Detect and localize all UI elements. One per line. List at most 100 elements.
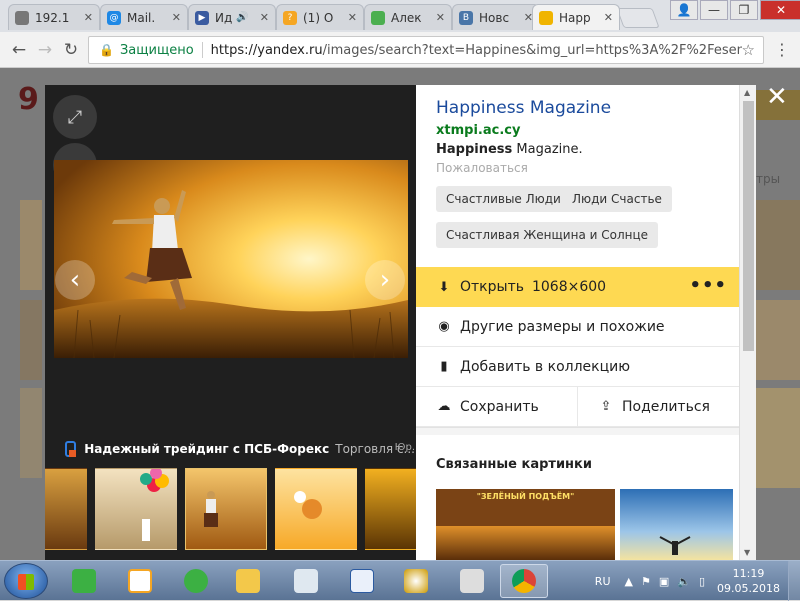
close-tab-icon[interactable]: ✕ xyxy=(344,11,357,24)
close-tab-icon[interactable]: ✕ xyxy=(256,11,269,24)
tab-alek[interactable]: Алек ✕ xyxy=(364,4,452,30)
open-image-button[interactable]: ⬇ Открыть 1068×600 ••• xyxy=(416,267,739,307)
minimize-icon[interactable]: — xyxy=(700,0,728,20)
balloons-image xyxy=(140,469,169,541)
lock-icon: 🔒 xyxy=(99,43,114,57)
bg-thumbnail xyxy=(756,200,800,290)
taskbar-app[interactable] xyxy=(116,564,164,598)
other-sizes-button[interactable]: ◉ Другие размеры и похожие xyxy=(416,307,739,347)
power-icon[interactable]: ▯ xyxy=(699,575,705,588)
more-options-icon[interactable]: ••• xyxy=(689,275,727,296)
save-share-row: ☁ Сохранить ⇪ Поделиться xyxy=(416,387,739,427)
tag-chip[interactable]: Счастливые Люди xyxy=(436,186,571,212)
taskbar-app[interactable] xyxy=(282,564,330,598)
next-image-arrow[interactable]: › xyxy=(365,260,405,300)
tab-vk[interactable]: В Новс ✕ xyxy=(452,4,540,30)
ad-logo-icon xyxy=(65,441,77,457)
speaker-icon: 🔊 xyxy=(236,12,249,23)
info-panel: Happiness Magazine xtmpi.ac.cy Happiness… xyxy=(416,85,739,560)
share-button[interactable]: ⇪ Поделиться xyxy=(577,387,739,426)
tag-chip[interactable]: Счастливая Женщина и Солнце xyxy=(436,222,659,248)
taskbar-app[interactable] xyxy=(172,564,220,598)
scrollbar[interactable]: ▲ ▼ xyxy=(739,85,756,560)
network-icon[interactable]: ▣ xyxy=(659,575,669,588)
system-tray: RU ▲ ⚑ ▣ 🔈 ▯ 11:19 09.05.2018 xyxy=(595,561,800,601)
thumbnail[interactable] xyxy=(95,468,177,550)
bookmark-star-icon[interactable]: ☆ xyxy=(742,41,755,59)
bg-thumbnail xyxy=(756,388,800,488)
tab-strip: 192.1 ✕ @ Mail. ✕ ▶ Ид 🔊 ✕ ? (1) О ✕ Але… xyxy=(0,0,800,32)
reload-icon[interactable]: ↻ xyxy=(60,40,82,60)
taskbar-app[interactable] xyxy=(60,564,108,598)
ad-banner[interactable]: Надежный трейдинг с ПСБ-Форекс Торговля … xyxy=(65,441,415,457)
main-image[interactable] xyxy=(54,160,408,358)
add-collection-button[interactable]: ▮ Добавить в коллекцию xyxy=(416,347,739,387)
close-window-icon[interactable]: ✕ xyxy=(760,0,800,20)
thumbnail-selected[interactable] xyxy=(185,468,267,550)
fullscreen-icon[interactable]: ⤢ xyxy=(53,95,97,139)
bookmark-icon: ▮ xyxy=(440,359,448,374)
image-title[interactable]: Happiness Magazine xyxy=(436,98,611,118)
newspaper-icon xyxy=(460,569,484,593)
taskbar-app[interactable] xyxy=(338,564,386,598)
tab-video[interactable]: ▶ Ид 🔊 ✕ xyxy=(188,4,276,30)
family-image xyxy=(294,491,322,519)
play-icon: ▶ xyxy=(195,10,209,25)
ad-title: Надежный трейдинг с ПСБ-Форекс xyxy=(84,442,330,456)
taskbar-app[interactable] xyxy=(392,564,440,598)
related-image[interactable] xyxy=(620,489,733,560)
user-icon[interactable]: 👤 xyxy=(670,0,698,20)
close-tab-icon[interactable]: ✕ xyxy=(600,11,613,24)
bg-thumbnail xyxy=(756,300,800,380)
clock[interactable]: 11:19 09.05.2018 xyxy=(717,566,780,596)
thumbnail[interactable] xyxy=(275,468,357,550)
flag-icon[interactable]: ⚑ xyxy=(641,575,651,588)
logo-icon: 9 xyxy=(18,82,39,117)
tab-mail[interactable]: @ Mail. ✕ xyxy=(100,4,188,30)
a-app-icon xyxy=(72,569,96,593)
image-icon xyxy=(539,10,553,25)
source-domain[interactable]: xtmpi.ac.cy xyxy=(436,123,520,138)
tab-happiness[interactable]: Happ ✕ xyxy=(532,4,620,30)
taskbar-app[interactable] xyxy=(448,564,496,598)
taskbar-app-chrome[interactable] xyxy=(500,564,548,598)
ad-legal[interactable]: Юр. xyxy=(395,442,415,453)
page-icon xyxy=(15,10,29,25)
language-indicator[interactable]: RU xyxy=(595,575,611,588)
question-icon: ? xyxy=(283,10,297,25)
address-bar[interactable]: 🔒 Защищено https://yandex.ru/images/sear… xyxy=(88,36,764,64)
scrollbar-thumb[interactable] xyxy=(743,101,754,351)
close-tab-icon[interactable]: ✕ xyxy=(168,11,181,24)
complain-link[interactable]: Пожаловаться xyxy=(436,161,528,175)
forward-icon[interactable]: → xyxy=(34,40,56,60)
tab-questions[interactable]: ? (1) О ✕ xyxy=(276,4,364,30)
restore-icon[interactable]: ❐ xyxy=(730,0,758,20)
tag-chip[interactable]: Люди Счастье xyxy=(562,186,672,212)
thumbnail-strip xyxy=(45,468,447,552)
save-button[interactable]: ☁ Сохранить xyxy=(416,387,577,426)
volume-icon[interactable]: 🔈 xyxy=(677,575,691,588)
scroll-up-icon[interactable]: ▲ xyxy=(744,88,750,97)
secure-label: Защищено xyxy=(119,42,194,58)
notepad-icon xyxy=(294,569,318,593)
taskbar-app[interactable] xyxy=(224,564,272,598)
start-button[interactable] xyxy=(4,563,48,599)
close-tab-icon[interactable]: ✕ xyxy=(432,11,445,24)
tab-router[interactable]: 192.1 ✕ xyxy=(8,4,100,30)
related-image-caption: "ЗЕЛЁНЫЙ ПОДЪЁМ" xyxy=(476,492,575,501)
show-desktop-button[interactable] xyxy=(788,561,800,601)
prev-image-arrow[interactable]: ‹ xyxy=(55,260,95,300)
tray-expand-icon[interactable]: ▲ xyxy=(625,575,633,588)
folder-icon xyxy=(236,569,260,593)
browser-menu-icon[interactable]: ⋮ xyxy=(774,40,790,59)
close-viewer-icon[interactable]: ✕ xyxy=(766,82,788,112)
related-image[interactable]: "ЗЕЛЁНЫЙ ПОДЪЁМ" xyxy=(436,489,615,560)
scroll-down-icon[interactable]: ▼ xyxy=(744,548,750,557)
new-tab-button[interactable] xyxy=(616,8,660,28)
url-text[interactable]: https://yandex.ru/images/search?text=Hap… xyxy=(211,43,742,58)
close-tab-icon[interactable]: ✕ xyxy=(80,11,93,24)
bg-thumbnail xyxy=(20,200,42,290)
back-icon[interactable]: ← xyxy=(8,40,30,60)
vk-icon: В xyxy=(459,10,473,25)
thumbnail[interactable] xyxy=(45,468,87,550)
